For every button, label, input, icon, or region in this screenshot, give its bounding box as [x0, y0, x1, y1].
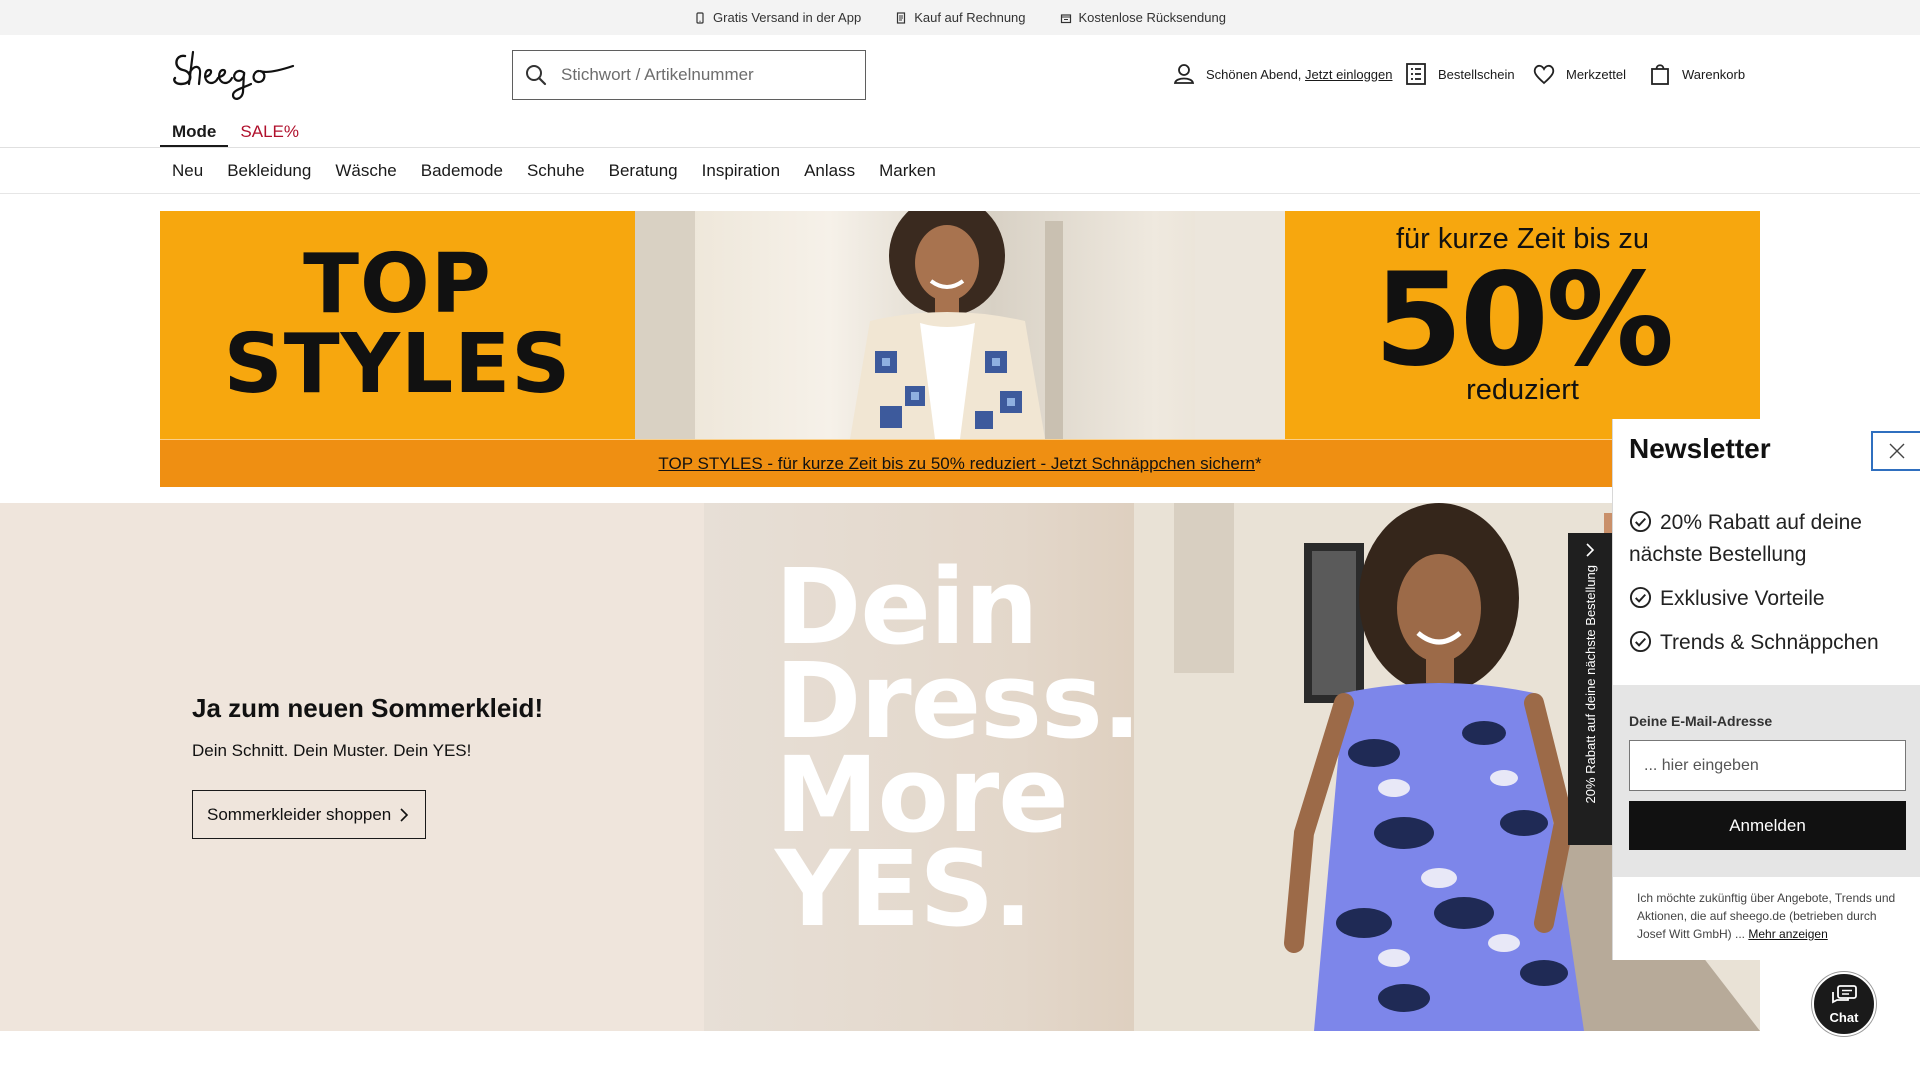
main-navigation: Neu Bekleidung Wäsche Bademode Schuhe Be… — [160, 149, 948, 193]
order-form-link[interactable]: Bestellschein — [1404, 62, 1515, 86]
email-label: Deine E-Mail-Adresse — [1629, 713, 1773, 729]
nav-item-beratung[interactable]: Beratung — [597, 161, 690, 181]
promo-banner[interactable]: TOP STYLES für kurze Zeit bis zu 50% red… — [160, 211, 1760, 439]
invoice-icon — [897, 11, 906, 24]
account-area[interactable]: Schönen Abend, Jetzt einloggen — [1172, 62, 1393, 86]
info-item-app-shipping[interactable]: Gratis Versand in der App — [694, 10, 861, 25]
sheego-logo[interactable] — [171, 46, 296, 104]
info-app-shipping-label: Gratis Versand in der App — [713, 10, 862, 25]
nav-item-bademode[interactable]: Bademode — [409, 161, 515, 181]
email-field[interactable] — [1629, 740, 1906, 791]
newsletter-legal-text: Ich möchte zukünftig über Angebote, Tren… — [1637, 889, 1907, 943]
shop-summer-dresses-button[interactable]: Sommerkleider shoppen — [192, 790, 426, 839]
sheego-logo-script — [173, 50, 295, 100]
search-icon — [526, 65, 547, 86]
side-tab-label: 20% Rabatt auf deine nächste Bestellung — [1582, 565, 1598, 804]
chat-bubble-icon — [1832, 984, 1857, 1003]
return-box-icon — [1060, 13, 1071, 23]
nav-item-anlass[interactable]: Anlass — [792, 161, 867, 181]
nav-item-neu[interactable]: Neu — [160, 161, 215, 181]
info-item-free-return[interactable]: Kostenlose Rücksendung — [1060, 10, 1226, 25]
info-bar: Gratis Versand in der App Kauf auf Rechn… — [0, 0, 1920, 35]
nav-item-bekleidung[interactable]: Bekleidung — [215, 161, 323, 181]
promo-percent-text: 50% — [1373, 246, 1674, 395]
promo-left-panel: TOP STYLES — [160, 211, 635, 439]
newsletter-panel: Newsletter 20% Rabatt auf deine nächste … — [1612, 419, 1920, 960]
phone-icon — [696, 11, 704, 24]
info-invoice-label: Kauf auf Rechnung — [914, 10, 1026, 25]
newsletter-benefit-2-label: Exklusive Vorteile — [1660, 587, 1825, 610]
wishlist-link[interactable]: Merkzettel — [1532, 62, 1626, 86]
search-box[interactable] — [512, 50, 866, 100]
newsletter-benefit-2: Exklusive Vorteile — [1629, 583, 1909, 615]
close-icon — [1889, 443, 1905, 459]
hero-text-panel — [0, 503, 704, 1031]
check-circle-icon — [1629, 510, 1652, 533]
tab-mode[interactable]: Mode — [160, 118, 229, 148]
hero-headline: Dein Dress. More YES. — [775, 555, 1141, 950]
chat-button[interactable]: Chat — [1812, 972, 1876, 1036]
promo-link-text[interactable]: TOP STYLES - für kurze Zeit bis zu 50% r… — [658, 454, 1255, 474]
nav-item-waesche[interactable]: Wäsche — [323, 161, 408, 181]
cart-label: Warenkorb — [1682, 66, 1746, 82]
newsletter-side-tab[interactable]: 20% Rabatt auf deine nächste Bestellung — [1568, 533, 1612, 845]
hero-headline-line-4: YES. — [775, 828, 1033, 950]
check-circle-icon — [1629, 586, 1652, 609]
tab-sale[interactable]: SALE% — [228, 118, 311, 148]
user-icon — [1173, 64, 1195, 84]
main-tabs: Mode SALE% — [160, 118, 311, 148]
promo-model-illustration — [635, 211, 1285, 439]
promo-reduced-text: reduziert — [1466, 374, 1579, 406]
newsletter-form: Deine E-Mail-Adresse Anmelden — [1613, 685, 1920, 877]
order-form-label: Bestellschein — [1438, 66, 1515, 82]
newsletter-title: Newsletter — [1629, 433, 1771, 464]
newsletter-close-button[interactable] — [1871, 431, 1920, 471]
promo-right-panel: für kurze Zeit bis zu 50% reduziert — [1285, 211, 1760, 439]
heart-icon — [1533, 64, 1555, 85]
newsletter-benefit-3-label: Trends & Schnäppchen — [1660, 631, 1879, 654]
wishlist-label: Merkzettel — [1566, 66, 1626, 82]
promo-link-asterisk: * — [1254, 453, 1262, 473]
newsletter-benefit-1: 20% Rabatt auf deine nächste Bestellung — [1629, 507, 1909, 571]
promo-top-text: TOP — [303, 237, 492, 332]
newsletter-benefit-3: Trends & Schnäppchen — [1629, 627, 1909, 659]
shopping-bag-icon — [1651, 64, 1669, 85]
newsletter-benefit-1-label: 20% Rabatt auf deine nächste Bestellung — [1629, 511, 1862, 566]
nav-divider — [0, 193, 1920, 194]
order-list-icon — [1406, 63, 1426, 85]
greeting-text: Schönen Abend, — [1206, 66, 1302, 82]
newsletter-submit-button[interactable]: Anmelden — [1629, 801, 1906, 850]
hero-title: Ja zum neuen Sommerkleid! — [192, 693, 544, 723]
promo-styles-text: STYLES — [223, 317, 572, 412]
info-free-return-label: Kostenlose Rücksendung — [1078, 10, 1226, 25]
more-link[interactable]: Mehr anzeigen — [1748, 927, 1827, 941]
header-divider — [0, 147, 1920, 148]
promo-model-photo — [635, 211, 1285, 439]
chat-label: Chat — [1829, 1009, 1859, 1025]
shop-summer-dresses-label: Sommerkleider shoppen — [207, 804, 392, 824]
nav-item-inspiration[interactable]: Inspiration — [690, 161, 792, 181]
info-item-invoice[interactable]: Kauf auf Rechnung — [895, 10, 1026, 25]
chevron-right-icon — [400, 807, 409, 822]
login-link[interactable]: Jetzt einloggen — [1305, 67, 1392, 82]
chevron-right-icon — [1586, 543, 1595, 557]
nav-item-marken[interactable]: Marken — [867, 161, 948, 181]
search-input[interactable] — [561, 65, 841, 85]
nav-item-schuhe[interactable]: Schuhe — [515, 161, 597, 181]
check-circle-icon — [1629, 630, 1652, 653]
cart-link[interactable]: Warenkorb — [1648, 62, 1745, 86]
promo-link-bar[interactable]: TOP STYLES - für kurze Zeit bis zu 50% r… — [160, 439, 1760, 487]
hero-subtitle: Dein Schnitt. Dein Muster. Dein YES! — [192, 741, 472, 760]
